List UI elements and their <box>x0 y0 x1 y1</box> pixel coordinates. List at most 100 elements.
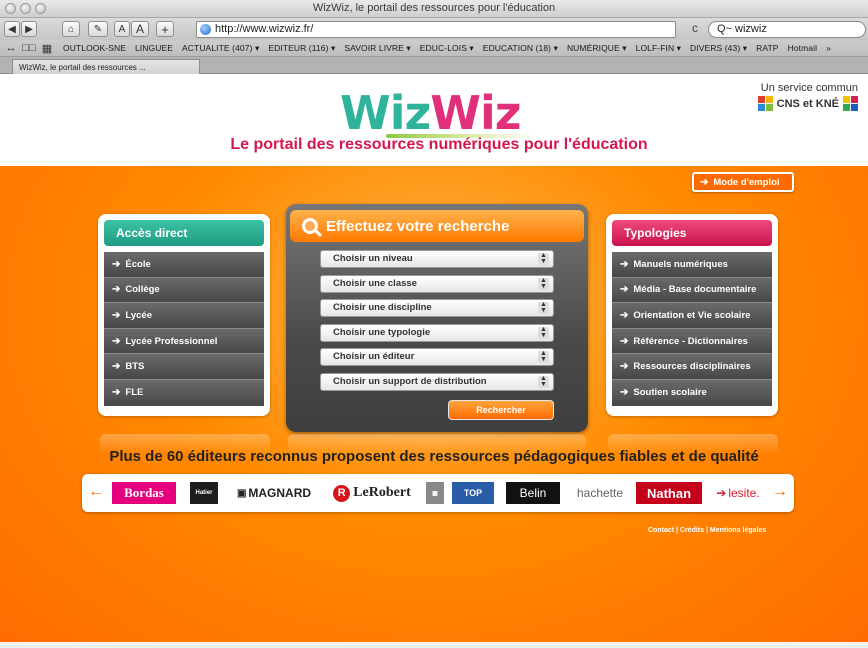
menu-item-label: École <box>125 258 151 270</box>
browser-search-field[interactable]: Q~ wizwiz <box>708 21 866 38</box>
menu-item-label: Orientation et Vie scolaire <box>633 309 751 321</box>
editors-heading: Plus de 60 éditeurs reconnus proposent d… <box>109 448 759 465</box>
url-field[interactable]: http://www.wizwiz.fr/ <box>196 21 676 38</box>
arrow-right-icon: ➔ <box>700 176 709 188</box>
arrow-icon: ➔ <box>112 335 121 347</box>
menu-item-label: Lycée <box>125 309 152 321</box>
service-info: Un service commun CNS et KNÉ <box>757 82 858 111</box>
menu-item-lycee-pro[interactable]: ➔ Lycée Professionnel <box>104 328 264 355</box>
reload-icon[interactable]: c <box>688 21 702 37</box>
menu-item-reference[interactable]: ➔ Référence - Dictionnaires <box>612 328 772 355</box>
kne-logo-icon <box>843 96 858 111</box>
bookmark-item[interactable]: Hotmail <box>788 43 818 53</box>
home-button[interactable]: ⌂ <box>62 21 80 37</box>
bottom-strip <box>0 642 868 648</box>
hatier-logo[interactable]: Hatier <box>190 482 218 504</box>
edit-bookmark-button[interactable]: ✎ <box>88 21 108 37</box>
niveau-select[interactable]: Choisir un niveau ▲ ▼ <box>320 250 554 268</box>
menu-item-ecole[interactable]: ➔ École <box>104 252 264 278</box>
bookmarks-overflow-button[interactable]: » <box>826 43 831 53</box>
editeur-select[interactable]: Choisir un éditeur ▲ ▼ <box>320 348 554 366</box>
bookmarks-bar: ↔ □□ ▦ OUTLOOK-SNE LINGUEE ACTUALITE (40… <box>0 40 868 57</box>
classe-select[interactable]: Choisir une classe ▲ ▼ <box>320 275 554 293</box>
menu-item-label: Lycée Professionnel <box>125 335 218 347</box>
arrow-icon: ➔ <box>620 258 629 270</box>
menu-item-media[interactable]: ➔ Média - Base documentaire <box>612 277 772 304</box>
menu-item-manuels[interactable]: ➔ Manuels numériques <box>612 252 772 278</box>
lerobert-logo[interactable]: R LeRobert <box>324 482 420 504</box>
carousel-next-arrow-icon[interactable]: → <box>772 483 788 501</box>
menu-item-orientation[interactable]: ➔ Orientation et Vie scolaire <box>612 303 772 329</box>
select-arrows-icon: ▲ ▼ <box>538 375 549 388</box>
magnard-logo[interactable]: ▣ MAGNARD <box>232 482 316 504</box>
publishers-carousel: ← Bordas Hatier ▣ MAGNARD R LeRobert ▦ T… <box>82 474 794 512</box>
carousel-prev-arrow-icon[interactable]: ← <box>88 483 104 501</box>
support-select[interactable]: Choisir un support de distribution ▲ ▼ <box>320 373 554 391</box>
url-text: http://www.wizwiz.fr/ <box>215 23 314 35</box>
search-panel-title: Effectuez votre recherche <box>326 217 510 235</box>
bookmark-item[interactable]: EDUCATION (18) ▾ <box>483 43 558 54</box>
tab-bar: WizWiz, le portail des ressources ... <box>0 57 868 74</box>
text-smaller-button[interactable]: A <box>114 21 130 37</box>
bookmark-item[interactable]: SAVOIR LIVRE ▾ <box>344 43 410 54</box>
search-panel: Effectuez votre recherche Choisir un niv… <box>286 204 588 432</box>
menu-item-label: Manuels numériques <box>633 258 728 270</box>
back-button[interactable]: ◀ <box>4 21 20 37</box>
rechercher-button[interactable]: Rechercher <box>448 400 554 420</box>
bordas-logo[interactable]: Bordas <box>112 482 176 504</box>
acces-direct-title: Accès direct <box>104 220 264 246</box>
select-arrows-icon: ▲ ▼ <box>538 252 549 265</box>
bookmark-item[interactable]: OUTLOOK-SNE <box>63 43 126 53</box>
bookmark-item[interactable]: ACTUALITE (407) ▾ <box>182 43 259 54</box>
bookmark-item[interactable]: EDITEUR (116) ▾ <box>268 43 335 54</box>
small-publisher-logo[interactable]: ▦ <box>426 482 444 504</box>
discipline-select[interactable]: Choisir une discipline ▲ ▼ <box>320 299 554 317</box>
arrow-icon: ➔ <box>112 284 121 296</box>
bookmark-item[interactable]: LOLF-FIN ▾ <box>636 43 681 54</box>
text-larger-button[interactable]: A <box>131 21 149 37</box>
reading-list-icon[interactable]: □□ <box>22 42 36 54</box>
typologie-select[interactable]: Choisir une typologie ▲ ▼ <box>320 324 554 342</box>
footer-links[interactable]: Contact | Crédits | Mentions légales <box>648 527 766 534</box>
magnard-mark-icon: ▣ <box>236 487 247 499</box>
lesite-text: lesite. <box>728 486 760 500</box>
lesite-logo[interactable]: ➔ lesite. <box>712 482 764 504</box>
bookmark-item[interactable]: EDUC-LOIS ▾ <box>420 43 474 54</box>
menu-item-college[interactable]: ➔ Collège <box>104 277 264 304</box>
menu-item-bts[interactable]: ➔ BTS <box>104 354 264 380</box>
bookmark-item[interactable]: DIVERS (43) ▾ <box>690 43 747 54</box>
add-bookmark-button[interactable]: + <box>156 21 174 37</box>
forward-button[interactable]: ▶ <box>21 21 37 37</box>
bookmark-item[interactable]: LINGUEE <box>135 43 173 53</box>
bookmark-item[interactable]: RATP <box>756 43 778 53</box>
arrow-icon: ➔ <box>112 387 121 399</box>
mode-emploi-label: Mode d'emploi <box>713 176 780 188</box>
menu-item-label: Ressources disciplinaires <box>633 361 751 373</box>
belin-logo[interactable]: Belin <box>506 482 560 504</box>
window-titlebar: WizWiz, le portail des ressources pour l… <box>0 0 868 18</box>
arrow-icon: ➔ <box>620 284 629 296</box>
menu-item-fle[interactable]: ➔ FLE <box>104 379 264 406</box>
top-logo[interactable]: TOP <box>452 482 494 504</box>
top-sites-icon[interactable]: ▦ <box>40 42 54 55</box>
hachette-logo[interactable]: hachette <box>570 482 630 504</box>
show-all-tabs-icon[interactable]: ↔ <box>4 42 18 54</box>
select-arrows-icon: ▲ ▼ <box>538 326 549 339</box>
mode-emploi-button[interactable]: ➔ Mode d'emploi <box>692 172 794 192</box>
menu-item-lycee[interactable]: ➔ Lycée <box>104 303 264 329</box>
select-value: Choisir un éditeur <box>333 351 415 362</box>
wizwiz-logo[interactable]: WizWiz <box>340 86 522 140</box>
menu-item-ressources[interactable]: ➔ Ressources disciplinaires <box>612 354 772 380</box>
bookmark-item[interactable]: NUMÉRIQUE ▾ <box>567 43 627 54</box>
browser-toolbar: ◀ ▶ ⌂ ✎ A A + http://www.wizwiz.fr/ c Q~… <box>0 18 868 40</box>
nathan-logo[interactable]: Nathan <box>636 482 702 504</box>
arrow-icon: ➔ <box>112 258 121 270</box>
arrow-icon: ➔ <box>112 309 121 321</box>
logo-text: WizWiz <box>340 86 522 140</box>
acces-direct-panel: Accès direct ➔ École ➔ Collège ➔ Lycée ➔ Lyc… <box>98 214 270 416</box>
menu-item-soutien[interactable]: ➔ Soutien scolaire <box>612 379 772 406</box>
tab-wizwiz[interactable]: WizWiz, le portail des ressources ... <box>12 59 200 74</box>
acces-direct-menu: ➔ École ➔ Collège ➔ Lycée ➔ Lycée Profession… <box>104 252 264 406</box>
arrow-icon: ➔ <box>620 361 629 373</box>
page-tagline: Le portail des ressources numériques pou… <box>230 136 648 153</box>
